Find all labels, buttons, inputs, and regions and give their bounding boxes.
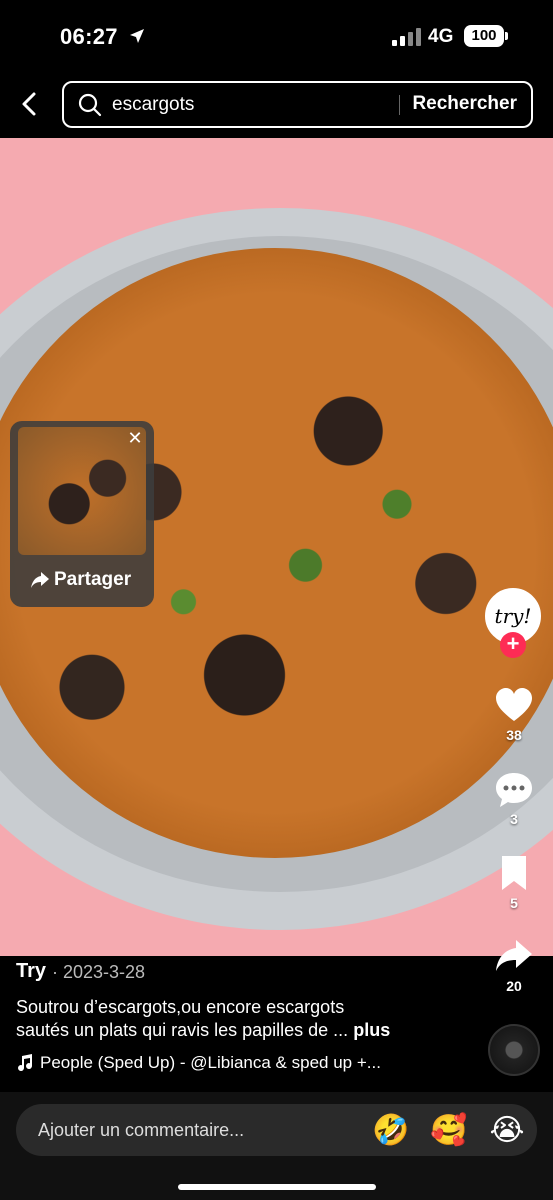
- author-name[interactable]: Try: [16, 960, 46, 983]
- music-title: People (Sped Up) - @Libianca & sped up +…: [40, 1053, 381, 1072]
- heart-icon[interactable]: [494, 686, 534, 726]
- bookmark-icon[interactable]: [494, 854, 534, 894]
- comment-count: 3: [510, 811, 518, 827]
- search-bar[interactable]: escargots Rechercher: [62, 81, 533, 128]
- share-popup[interactable]: ✕ Partager: [10, 421, 154, 607]
- share-button-label: Partager: [54, 569, 132, 590]
- caption-line-1: Soutrou d’escargots,ou encore escargots: [16, 997, 345, 1017]
- search-divider: [399, 95, 400, 115]
- comment-icon[interactable]: [494, 770, 534, 810]
- emoji-hearts-button[interactable]: 🥰: [430, 1112, 468, 1150]
- follow-plus-button[interactable]: +: [500, 632, 526, 658]
- caption-line-2-text: sautés un plats qui ravis les papilles d…: [16, 1020, 349, 1040]
- comment-input[interactable]: Ajouter un commentaire... 🤣 🥰 😭: [16, 1104, 537, 1156]
- network-type: 4G: [428, 26, 454, 47]
- share-count: 20: [506, 978, 522, 994]
- post-caption[interactable]: Soutrou d’escargots,ou encore escargots …: [16, 996, 456, 1042]
- share-arrow-icon: [31, 572, 49, 588]
- close-icon[interactable]: ✕: [126, 429, 144, 447]
- like-count: 38: [506, 727, 522, 743]
- share-button[interactable]: Partager: [30, 569, 131, 591]
- battery-icon: 100: [464, 25, 504, 47]
- caption-line-2: sautés un plats qui ravis les papilles d…: [16, 1019, 456, 1042]
- emoji-laughing-button[interactable]: 🤣: [372, 1112, 410, 1150]
- avatar-logo-text: try!: [494, 604, 532, 628]
- save-count: 5: [510, 895, 518, 911]
- status-bar: 06:27 4G 100: [0, 0, 553, 72]
- back-chevron-icon[interactable]: [14, 88, 46, 120]
- music-info[interactable]: People (Sped Up) - @Libianca & sped up +…: [16, 1053, 381, 1073]
- comment-placeholder: Ajouter un commentaire...: [38, 1120, 245, 1140]
- search-submit-button[interactable]: Rechercher: [412, 93, 517, 115]
- battery-tip: [505, 32, 508, 40]
- music-note-icon: [18, 1054, 33, 1072]
- caption-more-link[interactable]: plus: [353, 1020, 390, 1040]
- home-indicator[interactable]: [178, 1184, 376, 1190]
- share-icon[interactable]: [494, 936, 534, 976]
- music-disc-icon[interactable]: [488, 1024, 540, 1076]
- search-input[interactable]: escargots: [112, 94, 194, 116]
- signal-strength-icon: [392, 28, 421, 46]
- location-arrow-icon: [130, 29, 144, 43]
- emoji-crying-button[interactable]: 😭: [488, 1112, 526, 1150]
- search-icon: [78, 93, 102, 117]
- status-time: 06:27: [60, 24, 118, 49]
- post-date: · 2023-3-28: [52, 962, 146, 982]
